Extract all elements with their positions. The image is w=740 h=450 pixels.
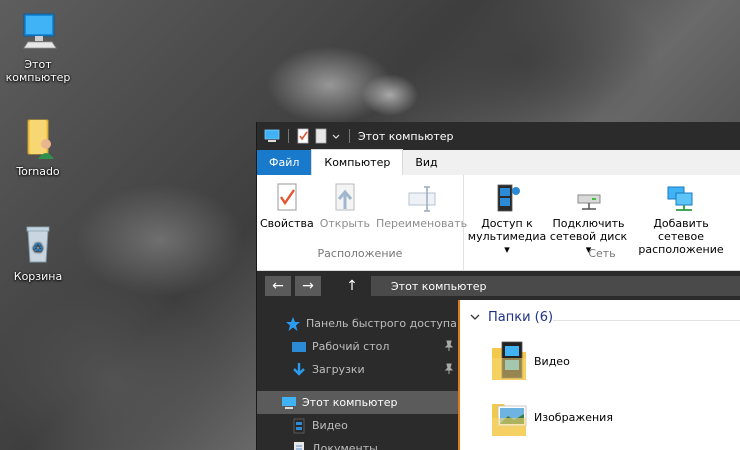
arrow-up-icon: ↑ <box>346 278 358 294</box>
nav-item-quick-access[interactable]: Панель быстрого доступа <box>257 312 458 335</box>
nav-item-this-pc[interactable]: Этот компьютер <box>257 391 458 414</box>
explorer-body: Панель быстрого доступа Рабочий стол Заг… <box>257 300 740 450</box>
network-location-icon <box>664 181 698 215</box>
desktop-icon <box>291 339 307 355</box>
toolbar-separator <box>349 129 350 143</box>
properties-label: Свойства <box>260 217 314 230</box>
nav-item-label: Рабочий стол <box>312 340 390 353</box>
nav-item-label: Документы <box>312 442 378 450</box>
address-path: Этот компьютер <box>391 279 487 293</box>
ribbon-panel: Свойства Открыть Переименовать Расположе… <box>257 175 740 271</box>
section-title: Папки (6) <box>488 310 554 325</box>
desktop-icon-tornado[interactable]: Tornado <box>0 117 76 178</box>
add-network-location-button[interactable]: Добавить сетевое расположение <box>631 181 731 256</box>
computer-icon <box>264 128 280 144</box>
map-drive-button[interactable]: Подключить сетевой диск ▾ <box>546 181 631 256</box>
open-button[interactable]: Открыть <box>317 181 373 247</box>
pictures-folder-icon <box>490 396 528 438</box>
video-folder-icon <box>490 340 528 382</box>
desktop-icon-label: Этот <box>24 58 52 71</box>
address-input[interactable]: Этот компьютер <box>371 276 740 296</box>
computer-icon <box>281 395 297 411</box>
back-button[interactable]: ← <box>265 276 291 296</box>
toolbar-separator <box>288 129 289 143</box>
rename-label: Переименовать <box>376 217 468 230</box>
map-drive-label: Подключить <box>552 217 625 230</box>
properties-qat-icon[interactable] <box>295 128 311 144</box>
svg-text:♻: ♻ <box>32 241 44 256</box>
section-divider <box>553 320 740 321</box>
tab-file[interactable]: Файл <box>257 150 312 175</box>
media-access-button[interactable]: Доступ к мультимедиа ▾ <box>468 181 546 256</box>
section-header-folders[interactable]: Папки (6) <box>470 310 553 325</box>
nav-item-downloads[interactable]: Загрузки <box>257 358 458 381</box>
tab-view[interactable]: Вид <box>403 150 449 175</box>
desktop-icon-recycle-bin[interactable]: ♻ Корзина <box>0 222 76 283</box>
recycle-bin-icon: ♻ <box>16 222 60 266</box>
nav-item-label: Видео <box>312 419 348 432</box>
nav-item-documents[interactable]: Документы <box>257 437 458 450</box>
media-access-label: Доступ к <box>481 217 533 230</box>
ribbon-group-network: Доступ к мультимедиа ▾ Подключить сетево… <box>464 175 740 270</box>
nav-item-label: Загрузки <box>312 363 365 376</box>
desktop-icon-label: Корзина <box>13 270 63 283</box>
chevron-down-icon <box>470 311 480 324</box>
title-bar: Этот компьютер <box>257 122 740 150</box>
nav-item-videos[interactable]: Видео <box>257 414 458 437</box>
desktop-icon-label: Tornado <box>16 165 60 178</box>
folder-label: Видео <box>534 354 570 368</box>
computer-icon <box>16 10 60 54</box>
navigation-pane: Панель быстрого доступа Рабочий стол Заг… <box>257 300 458 450</box>
nav-item-label: Панель быстрого доступа <box>306 317 457 330</box>
explorer-window: Этот компьютер Файл Компьютер Вид Свойст… <box>256 122 740 450</box>
chevron-down-icon[interactable] <box>331 128 341 144</box>
folder-item-pictures[interactable]: Изображения <box>490 396 613 438</box>
up-button[interactable]: ↑ <box>339 276 365 296</box>
ribbon-group-label: Сеть <box>588 247 616 260</box>
map-drive-icon <box>572 181 606 215</box>
nav-item-label: Этот компьютер <box>302 396 398 409</box>
ribbon-tabs: Файл Компьютер Вид <box>257 149 740 175</box>
content-pane: Папки (6) Видео Изображения <box>460 300 740 450</box>
open-label: Открыть <box>319 217 371 230</box>
arrow-right-icon: → <box>302 278 314 294</box>
desktop-icon-label: компьютер <box>5 71 71 84</box>
desktop-icon-this-pc[interactable]: Этот компьютер <box>0 10 76 84</box>
folder-item-videos[interactable]: Видео <box>490 340 570 382</box>
properties-icon <box>270 181 304 215</box>
window-title: Этот компьютер <box>358 129 454 143</box>
download-icon <box>291 362 307 378</box>
video-icon <box>291 418 307 434</box>
pin-icon[interactable] <box>444 340 454 352</box>
user-folder-icon <box>16 117 60 161</box>
new-folder-qat-icon[interactable] <box>313 128 329 144</box>
rename-button[interactable]: Переименовать <box>373 181 470 247</box>
forward-button[interactable]: → <box>295 276 321 296</box>
address-bar: ← → ↑ Этот компьютер <box>257 271 740 302</box>
ribbon-group-location: Свойства Открыть Переименовать Расположе… <box>257 175 467 270</box>
pin-icon[interactable] <box>444 363 454 375</box>
ribbon-group-label: Расположение <box>317 247 403 260</box>
tab-computer[interactable]: Компьютер <box>311 149 404 175</box>
arrow-left-icon: ← <box>272 278 284 294</box>
star-icon <box>285 316 301 332</box>
documents-icon <box>291 441 307 450</box>
add-network-location-label: Добавить сетевое <box>653 217 709 243</box>
open-icon <box>328 181 362 215</box>
rename-icon <box>405 181 439 215</box>
media-access-icon <box>490 181 524 215</box>
nav-item-desktop[interactable]: Рабочий стол <box>257 335 458 358</box>
properties-button[interactable]: Свойства <box>257 181 317 247</box>
folder-label: Изображения <box>534 410 613 424</box>
